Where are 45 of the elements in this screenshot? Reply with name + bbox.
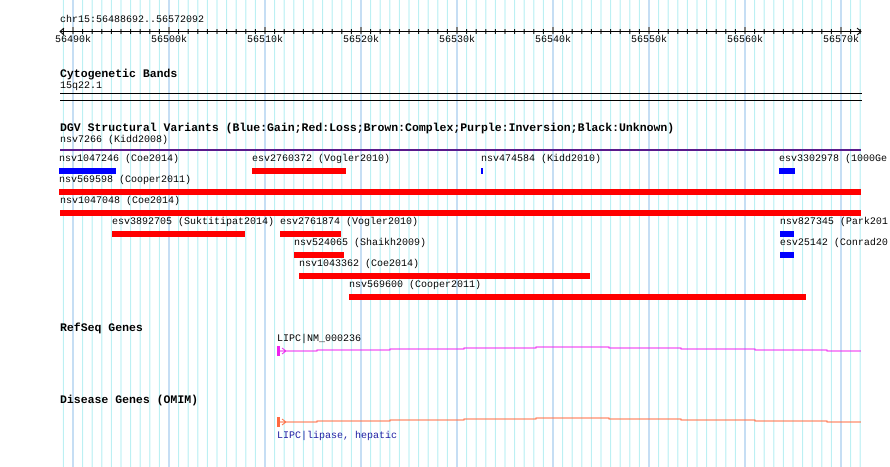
genomic-location: chr15:56488692..56572092 bbox=[60, 15, 204, 26]
variant-bar[interactable] bbox=[280, 231, 341, 237]
variant-label: nsv7266 (Kidd2008) bbox=[60, 135, 168, 146]
variant-label: nsv474584 (Kidd2010) bbox=[481, 154, 602, 165]
gene-model-drawing[interactable] bbox=[277, 417, 862, 427]
variant-label: nsv524065 (Shaikh2009) bbox=[294, 238, 426, 249]
gene-label[interactable]: LIPC|NM_000236 bbox=[277, 334, 362, 345]
variant-label: esv25142 (Conrad20 bbox=[780, 238, 888, 249]
tick-label: 56520k bbox=[343, 35, 379, 46]
variant-bar[interactable] bbox=[59, 168, 116, 174]
variant-bar[interactable] bbox=[59, 189, 861, 195]
tick-label: 56510k bbox=[247, 35, 283, 46]
variant-label: esv2760372 (Vogler2010) bbox=[252, 154, 390, 165]
gene-model-drawing[interactable] bbox=[277, 346, 862, 356]
track-title: Disease Genes (OMIM) bbox=[60, 394, 198, 407]
variant-bar[interactable] bbox=[779, 168, 795, 174]
variant-bar[interactable] bbox=[780, 252, 794, 258]
tick-label: 56570k bbox=[823, 35, 859, 46]
gene-label[interactable]: LIPC|lipase, hepatic bbox=[277, 431, 398, 442]
track-title: Cytogenetic Bands bbox=[60, 68, 178, 81]
variant-label: esv3302978 (1000Ge bbox=[779, 154, 888, 165]
variant-bar[interactable] bbox=[299, 273, 590, 279]
tick-label: 56490k bbox=[55, 35, 91, 46]
variant-bar[interactable] bbox=[294, 252, 344, 258]
variant-bar[interactable] bbox=[252, 168, 346, 174]
tick-label: 56560k bbox=[727, 35, 763, 46]
track-title: RefSeq Genes bbox=[60, 322, 143, 335]
variant-label: esv2761874 (Vogler2010) bbox=[280, 217, 418, 228]
variant-label: nsv1043362 (Coe2014) bbox=[299, 259, 420, 270]
variant-bar[interactable] bbox=[780, 231, 794, 237]
variant-label: nsv1047246 (Coe2014) bbox=[59, 154, 180, 165]
variant-label: nsv569600 (Cooper2011) bbox=[349, 280, 482, 291]
variant-label: nsv1047048 (Coe2014) bbox=[60, 196, 180, 207]
tick-label: 56540k bbox=[535, 35, 571, 46]
tick-label: 56500k bbox=[151, 35, 187, 46]
band-label: 15q22.1 bbox=[60, 81, 102, 92]
variant-label: esv3892705 (Suktitipat2014) bbox=[112, 217, 274, 228]
variant-bar[interactable] bbox=[112, 231, 245, 237]
track-title: DGV Structural Variants (Blue:Gain;Red:Loss;Brown:Complex;Purple:Inversion;Black:Unknown) bbox=[60, 122, 674, 135]
tick-label: 56530k bbox=[439, 35, 475, 46]
variant-bar[interactable] bbox=[349, 294, 806, 300]
variant-bar[interactable] bbox=[60, 210, 861, 216]
variant-label: nsv827345 (Park201 bbox=[780, 217, 888, 228]
tick-label: 56550k bbox=[631, 35, 667, 46]
variant-label: nsv569598 (Cooper2011) bbox=[59, 175, 192, 186]
